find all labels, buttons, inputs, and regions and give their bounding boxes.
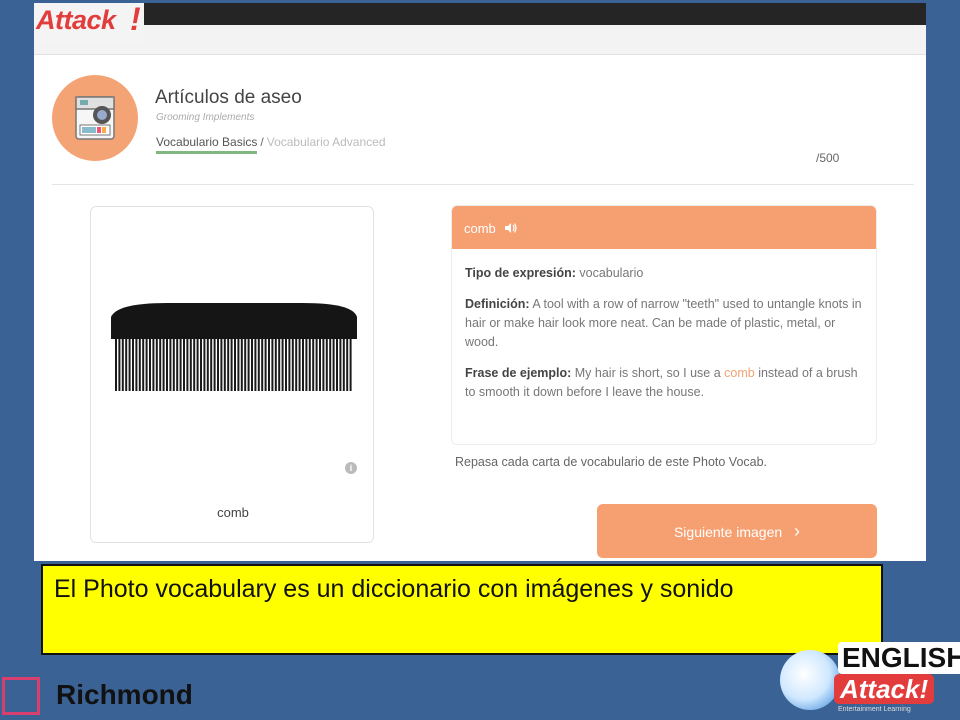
word-title: comb	[464, 221, 496, 236]
footer-logo-tagline: Entertainment Learning	[838, 706, 911, 713]
richmond-logo-text: Richmond	[56, 679, 193, 710]
example-before: My hair is short, so I use a	[571, 366, 725, 380]
camera-icon	[52, 75, 138, 161]
type-label: Tipo de expresión:	[465, 266, 576, 280]
page-title: Artículos de aseo	[155, 87, 302, 108]
logo-mark: !	[130, 3, 141, 37]
footer-logo-english: ENGLISH	[838, 642, 960, 674]
next-image-button[interactable]: Siguiente imagen ›	[597, 504, 877, 558]
top-bar	[34, 3, 926, 25]
word-card-body: Tipo de expresión: vocabulario Definició…	[465, 264, 865, 414]
type-value: vocabulario	[575, 266, 644, 280]
progress-counter: /500	[816, 151, 840, 165]
speaker-icon[interactable]	[505, 223, 518, 236]
word-card-header: comb	[452, 206, 876, 249]
info-icon[interactable]: i	[345, 462, 357, 474]
breadcrumb: Vocabulario Basics / Vocabulario Advanced	[156, 135, 386, 154]
logo-text: Attack	[36, 5, 116, 35]
screenshot-panel: Attack ! Artículos de aseo Grooming Impl…	[34, 3, 926, 561]
tab-vocabulario-basics[interactable]: Vocabulario Basics	[156, 135, 258, 154]
chevron-right-icon: ›	[794, 521, 801, 541]
next-button-label: Siguiente imagen	[673, 524, 783, 540]
comb-image	[111, 303, 357, 391]
image-caption: comb	[217, 505, 249, 520]
footer-logo-attack: Attack!	[834, 674, 935, 704]
example-highlight: comb	[724, 366, 755, 380]
breadcrumb-separator: /	[260, 135, 264, 149]
example-row: Frase de ejemplo: My hair is short, so I…	[465, 364, 865, 402]
image-card: i comb	[90, 206, 374, 543]
page-subtitle: Grooming Implements	[156, 112, 255, 123]
mascot-icon	[780, 650, 840, 710]
definition-row: Definición: A tool with a row of narrow …	[465, 295, 865, 352]
example-label: Frase de ejemplo:	[465, 366, 572, 380]
english-attack-footer-logo: ENGLISH Attack! Entertainment Learning	[778, 636, 960, 718]
english-attack-logo[interactable]: Attack !	[34, 3, 144, 43]
slide-caption-box: El Photo vocabulary es un diccionario co…	[41, 564, 883, 655]
sub-bar	[34, 25, 926, 55]
definition-label: Definición:	[465, 297, 530, 311]
divider	[52, 184, 914, 185]
word-card: comb Tipo de expresión: vocabulario Defi…	[451, 205, 877, 445]
tab-vocabulario-advanced[interactable]: Vocabulario Advanced	[267, 135, 386, 149]
type-row: Tipo de expresión: vocabulario	[465, 264, 865, 283]
richmond-logo-icon	[2, 677, 40, 715]
instruction-note: Repasa cada carta de vocabulario de este…	[455, 455, 768, 469]
slide-caption: El Photo vocabulary es un diccionario co…	[54, 575, 734, 603]
